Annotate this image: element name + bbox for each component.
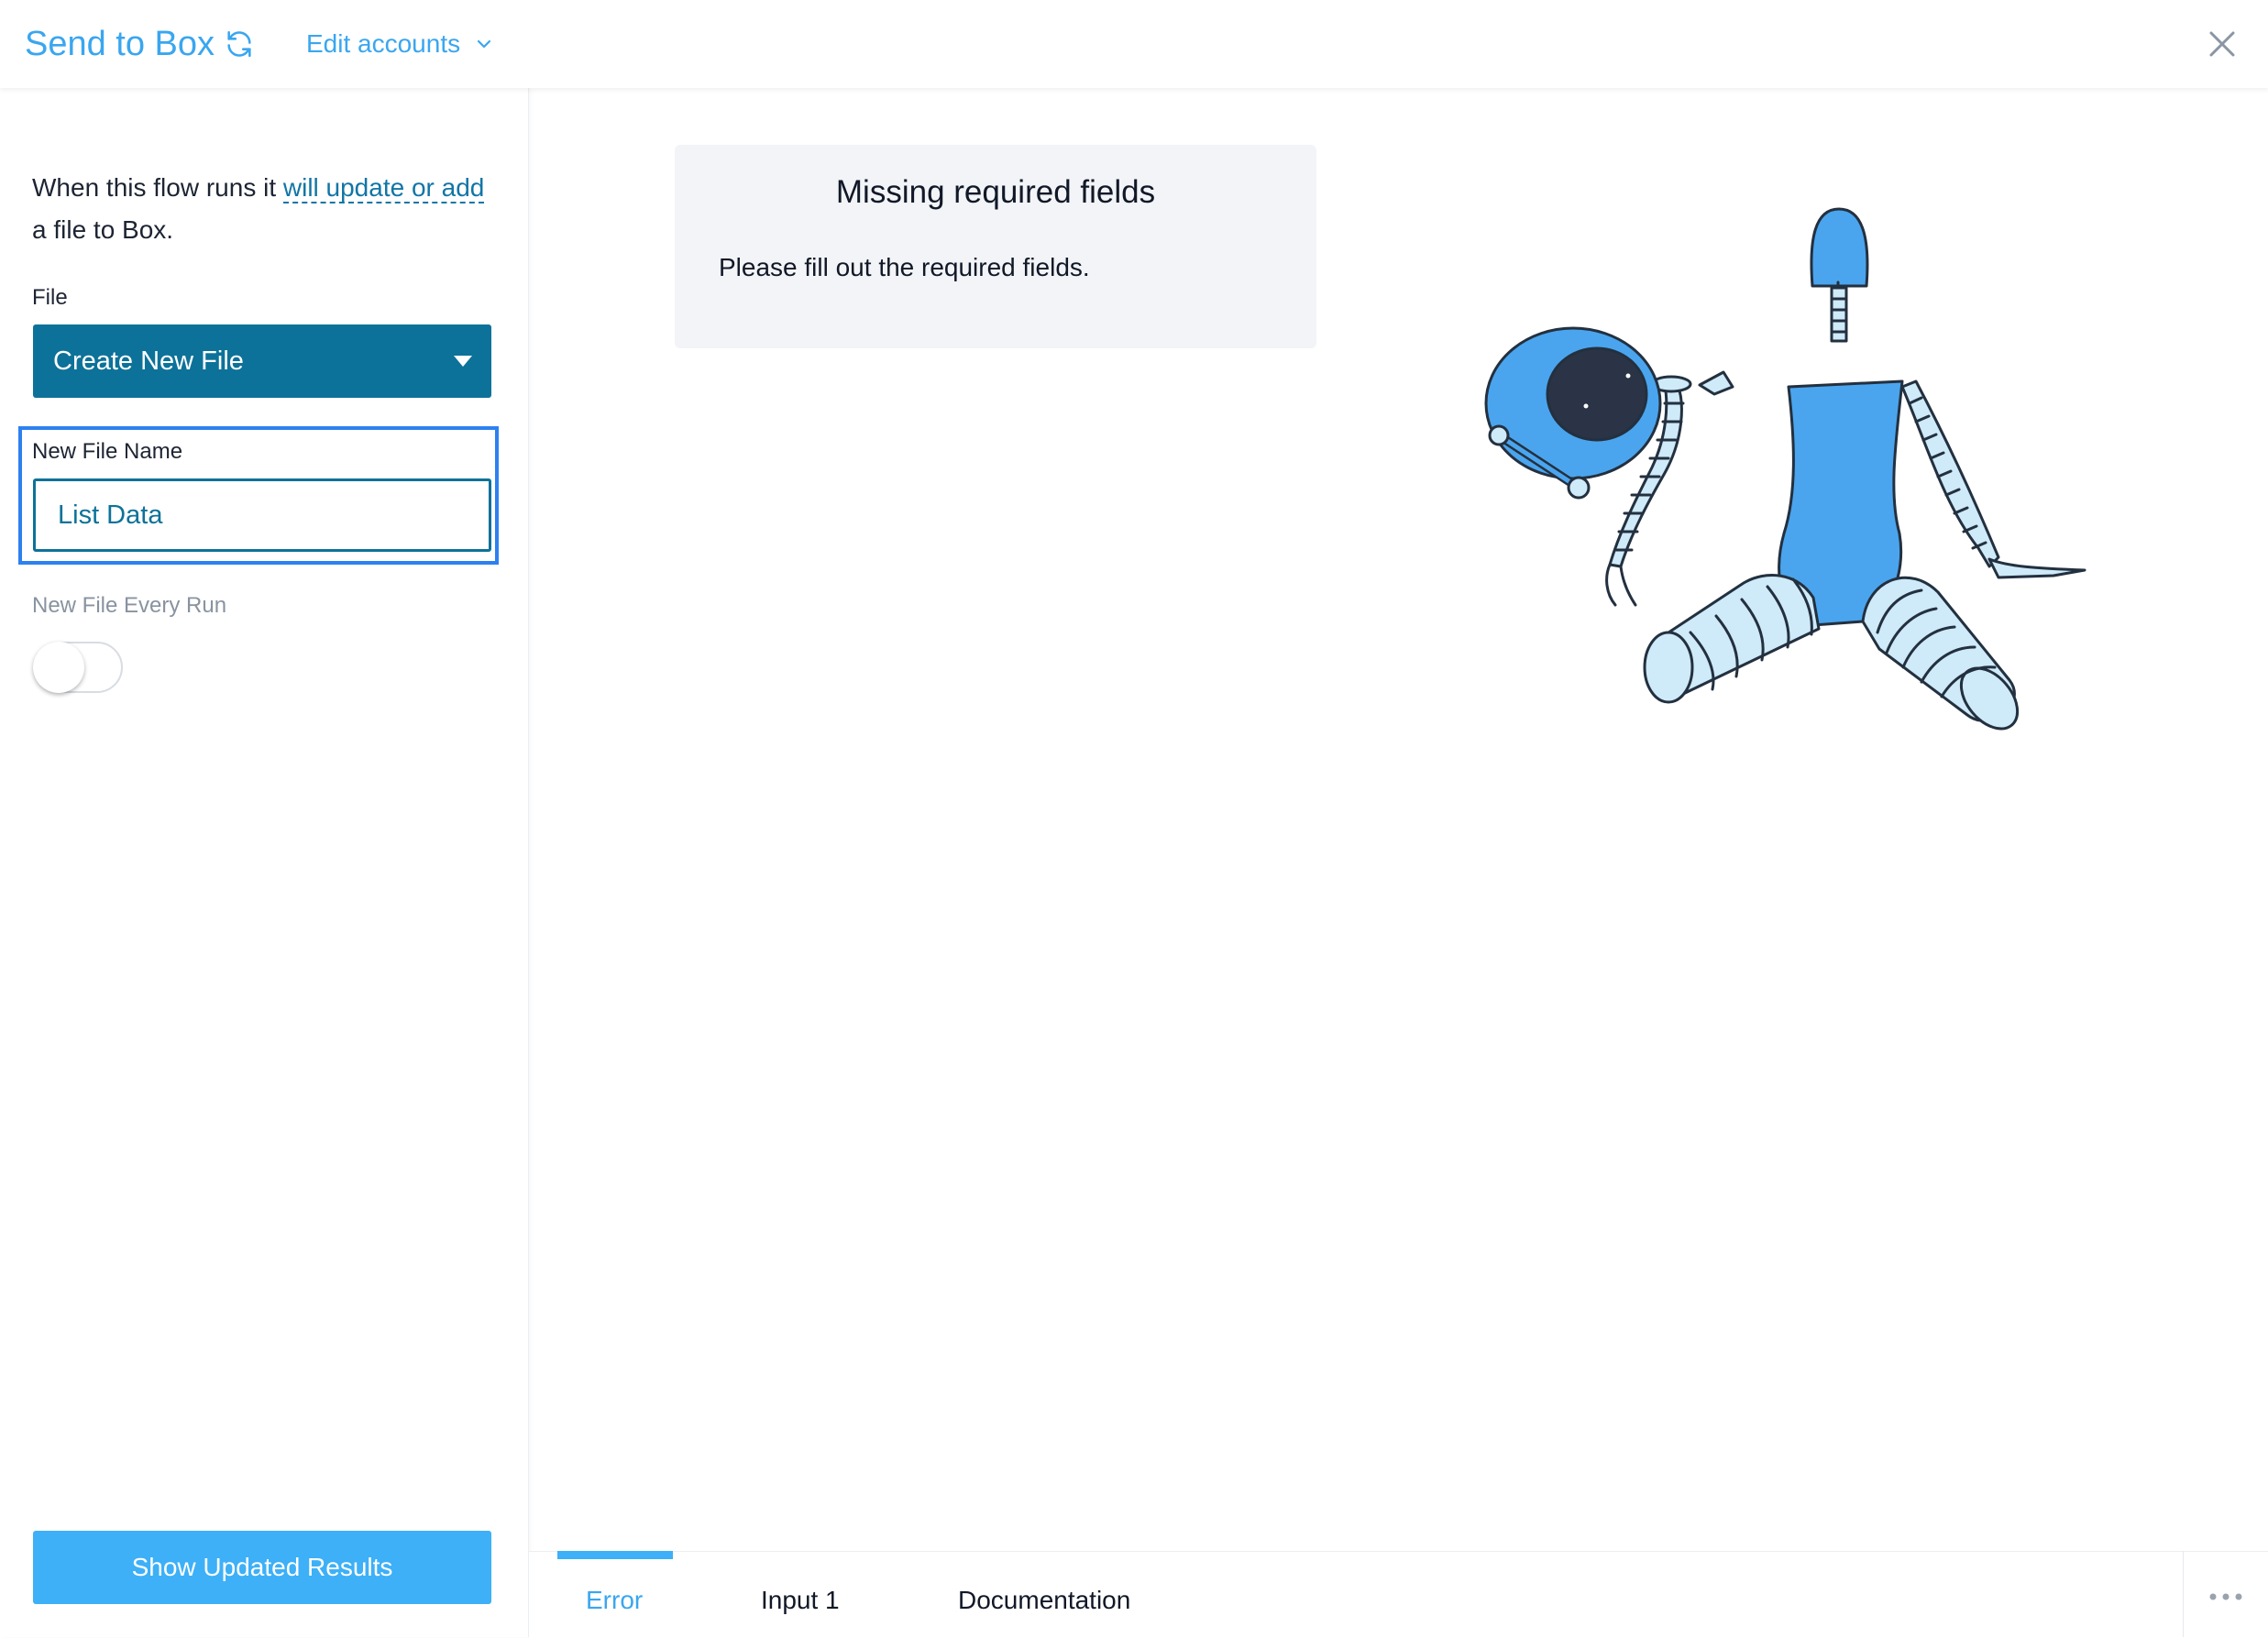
tab-input-1[interactable]: Input 1 [761,1584,840,1617]
tab-documentation[interactable]: Documentation [958,1584,1130,1617]
flow-description-suffix: a file to Box. [32,215,174,244]
alert-title: Missing required fields [835,174,1156,210]
alert-message: Please fill out the required fields. [719,253,1090,281]
file-select[interactable]: Create New File [33,324,491,398]
flow-description-prefix: When this flow runs it [32,173,283,202]
page-title: Send to Box [25,25,215,63]
file-label: File [32,285,68,310]
tab-divider [2183,1551,2184,1637]
config-sidebar: When this flow runs it will update or ad… [0,88,529,1637]
close-icon[interactable] [2206,27,2239,60]
flow-mode-link[interactable]: will update or add [282,173,485,203]
toggle-knob [33,642,84,693]
caret-down-icon [454,356,472,367]
new-file-every-run-label: New File Every Run [32,593,227,618]
refresh-icon[interactable] [224,28,255,60]
new-file-name-label: New File Name [32,439,183,464]
new-file-every-run-toggle[interactable] [33,642,123,693]
missing-fields-alert: Missing required fields Please fill out … [675,145,1316,348]
edit-accounts-button[interactable]: Edit accounts [306,27,460,60]
tab-error[interactable]: Error [586,1584,643,1617]
new-file-name-input[interactable] [33,478,491,552]
file-select-value: Create New File [53,346,244,376]
header-bar: Send to Box Edit accounts [0,0,2268,88]
more-options-icon[interactable] [2207,1589,2244,1604]
active-tab-indicator [557,1551,673,1559]
chevron-down-icon[interactable] [475,35,493,53]
show-updated-results-button[interactable]: Show Updated Results [33,1531,491,1604]
flow-description: When this flow runs it will update or ad… [32,167,490,251]
robot-illustration [1484,207,2086,731]
